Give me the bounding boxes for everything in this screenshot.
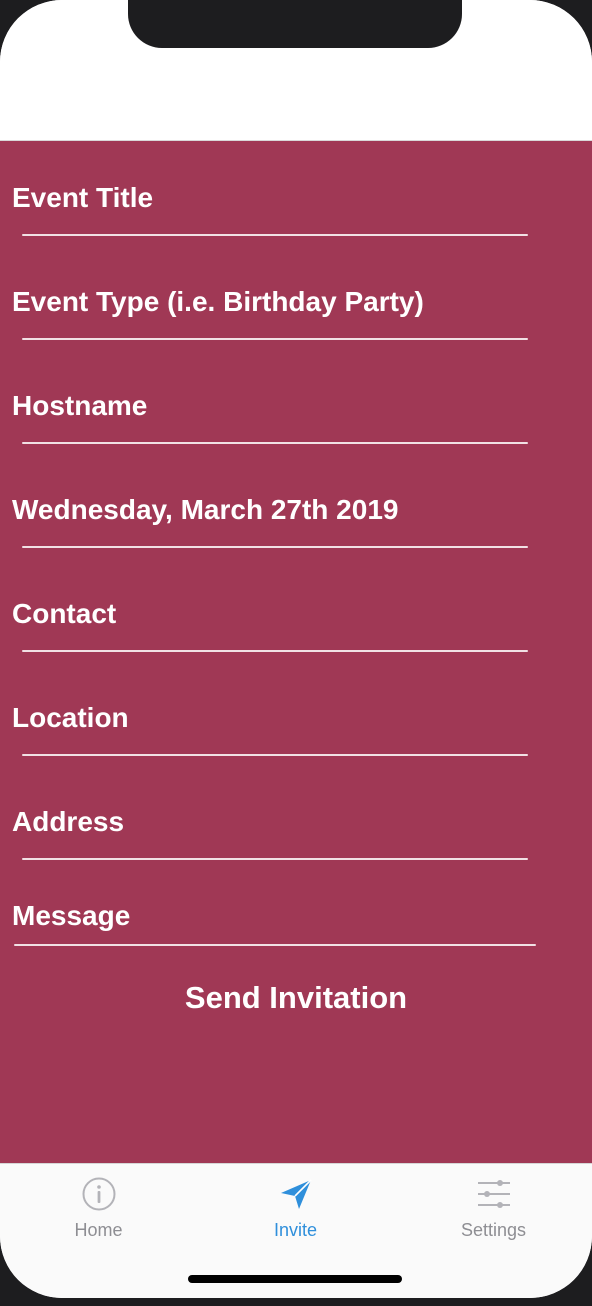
address-input[interactable]: Address: [12, 805, 124, 839]
tab-settings-label: Settings: [460, 1220, 527, 1240]
location-underline: [22, 754, 528, 756]
device-notch: [128, 0, 462, 48]
location-input[interactable]: Location: [12, 701, 129, 735]
event-title-input[interactable]: Event Title: [12, 181, 153, 215]
address-underline: [22, 858, 528, 860]
contact-underline: [22, 650, 528, 652]
date-underline: [22, 546, 528, 548]
contact-input[interactable]: Contact: [12, 597, 116, 631]
tab-invite[interactable]: Invite: [197, 1164, 394, 1264]
message-underline: [14, 944, 536, 946]
send-invitation-button[interactable]: Send Invitation: [0, 978, 592, 1018]
event-type-underline: [22, 338, 528, 340]
event-title-underline: [22, 234, 528, 236]
info-icon: [81, 1176, 117, 1212]
tab-home[interactable]: Home: [0, 1164, 197, 1264]
event-type-input[interactable]: Event Type (i.e. Birthday Party): [12, 285, 424, 319]
hostname-input[interactable]: Hostname: [12, 389, 147, 423]
tab-invite-label: Invite: [273, 1220, 318, 1240]
phone-screen: Event Title Event Type (i.e. Birthday Pa…: [0, 0, 592, 1298]
tab-settings[interactable]: Settings: [395, 1164, 592, 1264]
sliders-icon: [476, 1176, 512, 1212]
hostname-underline: [22, 442, 528, 444]
message-input[interactable]: Message: [12, 899, 130, 933]
date-input[interactable]: Wednesday, March 27th 2019: [12, 493, 398, 527]
paper-plane-icon: [278, 1176, 314, 1212]
tab-home-label: Home: [74, 1220, 123, 1240]
home-indicator: [188, 1275, 402, 1283]
